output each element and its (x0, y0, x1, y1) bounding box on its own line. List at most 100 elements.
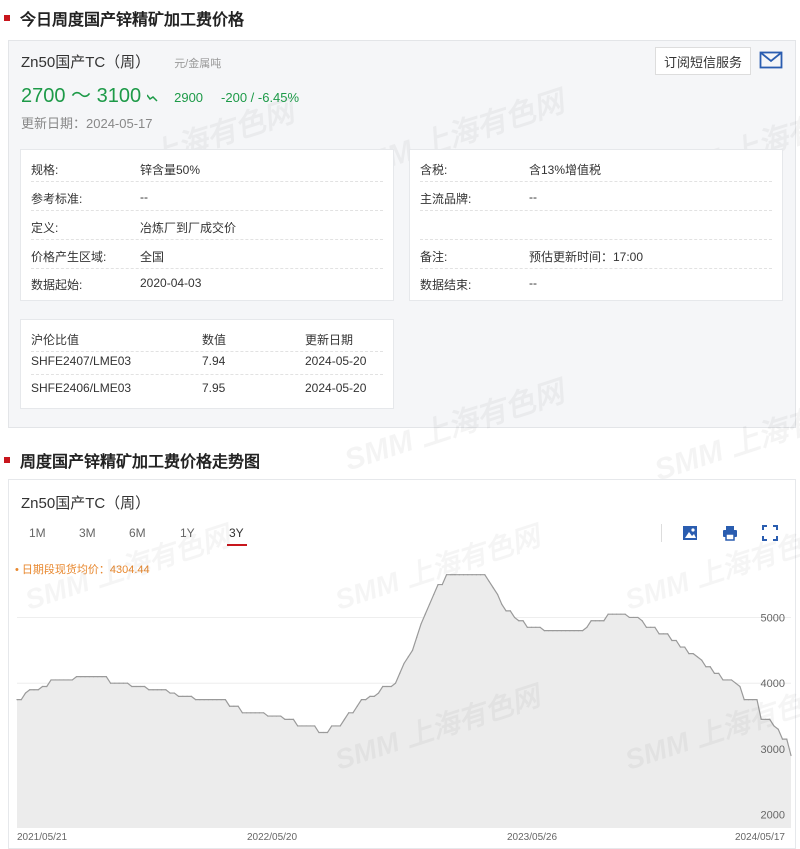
data-point (701, 659, 703, 661)
x-tick-label: 2023/05/26 (507, 832, 557, 843)
data-point (135, 685, 137, 688)
data-point (696, 656, 699, 658)
data-point (394, 682, 397, 684)
data-point (356, 705, 358, 707)
spec-value: -- (140, 190, 148, 204)
data-point (343, 718, 346, 720)
data-point (297, 725, 299, 727)
data-point (637, 616, 639, 619)
data-point (777, 728, 779, 730)
spec-value: 2020-04-03 (140, 276, 202, 290)
data-point (169, 692, 171, 694)
data-point (33, 689, 35, 691)
section-header-today-price: 今日周度国产锌精矿加工费价格 (4, 8, 244, 29)
y-tick-label: 5000 (761, 612, 785, 624)
spec-label: 价格产生区域: (31, 250, 107, 264)
data-point (139, 685, 141, 688)
data-point (433, 593, 435, 596)
data-point (224, 699, 226, 701)
data-point (156, 689, 158, 691)
data-point (475, 574, 477, 576)
data-point (309, 725, 312, 727)
data-point (628, 616, 630, 619)
spec-label: 参考标准: (31, 192, 83, 206)
price-change: -200 / -6.45% (221, 90, 300, 105)
data-point (428, 603, 431, 605)
spec-box-left: 规格: 锌含量50% 参考标准: -- 定义: 冶炼厂到厂成交价 价格产生区域:… (20, 149, 394, 301)
data-point (263, 712, 265, 714)
data-point (492, 587, 494, 589)
data-point (148, 689, 150, 691)
spec-value: 全国 (140, 250, 165, 264)
data-point (365, 699, 367, 701)
trend-chart-card: Zn50国产TC（周） 1M 3M 6M 1Y 3Y • 日期段现货均价：430… (8, 479, 800, 849)
data-point (484, 574, 486, 576)
data-point (752, 699, 754, 701)
watermark: SMM 上海有色网 (621, 519, 800, 616)
data-point (599, 620, 601, 622)
data-point (543, 630, 545, 632)
data-point (658, 633, 660, 635)
section-title: 周度国产锌精矿加工费价格走势图 (20, 454, 261, 471)
data-point (479, 574, 482, 576)
data-point (271, 715, 273, 717)
data-point (679, 646, 682, 648)
data-point (513, 616, 516, 619)
data-point (54, 679, 56, 681)
data-point (301, 725, 303, 727)
data-point (577, 630, 579, 632)
data-point (735, 682, 737, 684)
data-point (212, 699, 214, 701)
spec-value: 含13%增值税 (529, 163, 602, 177)
table-cell: 2024-05-20 (305, 354, 367, 368)
ratio-table: 沪伦比值 数值 更新日期 SHFE2407/LME03 7.94 2024-05… (20, 319, 394, 409)
data-point (607, 613, 609, 615)
data-point (109, 682, 112, 684)
data-point (586, 626, 588, 628)
data-point (560, 630, 562, 632)
data-point (399, 672, 401, 674)
spec-label: 规格: (31, 163, 59, 177)
data-point (229, 705, 231, 707)
data-point (416, 636, 418, 638)
down-trend-icon (146, 93, 158, 105)
data-point (203, 699, 205, 701)
data-point (186, 695, 188, 697)
data-point (386, 685, 388, 688)
data-point (722, 679, 724, 681)
data-point (441, 583, 443, 586)
data-point (267, 715, 269, 717)
data-point (705, 666, 707, 668)
table-cell: 7.95 (202, 381, 226, 395)
spec-label: 含税: (420, 163, 448, 177)
data-point (292, 718, 295, 720)
x-tick-label: 2024/05/17 (735, 832, 785, 843)
data-point (67, 679, 69, 681)
data-point (667, 633, 669, 635)
data-point (241, 712, 243, 714)
data-point (530, 626, 533, 628)
data-point (535, 626, 537, 628)
subscribe-sms-button[interactable]: 订阅短信服务 (655, 47, 751, 75)
section-header-trend: 周度国产锌精矿加工费价格走势图 (4, 450, 261, 471)
data-point (314, 725, 316, 727)
price-unit: 元/金属吨 (174, 58, 222, 70)
data-point (348, 712, 350, 714)
data-point (565, 630, 567, 632)
data-point (373, 695, 375, 697)
data-point (58, 679, 61, 681)
data-point (63, 679, 65, 681)
data-point (654, 626, 656, 628)
data-point (29, 689, 31, 691)
mail-icon[interactable] (759, 50, 783, 70)
product-name: Zn50国产TC（周） (21, 54, 151, 71)
data-point (178, 695, 180, 697)
data-point (420, 623, 422, 625)
data-point (790, 754, 792, 757)
data-point (726, 679, 728, 681)
data-point (41, 685, 44, 688)
price-card: SMM 上海有色网 SMM 上海有色网 SMM 上海有色网 SMM 上海有色网 … (8, 40, 800, 487)
data-point (360, 699, 363, 701)
spec-value: 冶炼厂到厂成交价 (140, 221, 237, 235)
data-point (650, 626, 652, 628)
